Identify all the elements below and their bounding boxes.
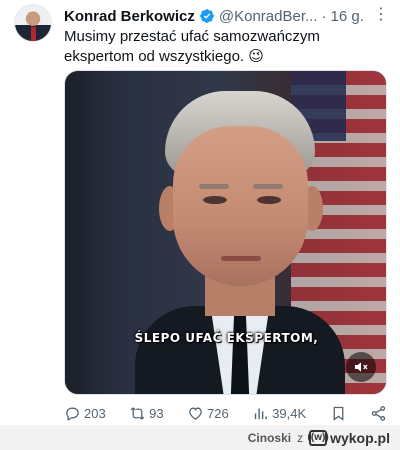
- tweet-text: Musimy przestać ufać samozwańczym eksper…: [64, 28, 320, 65]
- uploader-name[interactable]: Cinoski: [248, 431, 291, 445]
- tweet-actions: 203 93 726 39,4K: [64, 404, 387, 422]
- bookmark-button[interactable]: [330, 405, 347, 422]
- retweet-icon: [130, 406, 145, 420]
- separator-dot: ·: [321, 7, 327, 25]
- video-player[interactable]: ŚLEPO UFAĆ EKSPERTOM,: [64, 70, 387, 395]
- like-count: 726: [207, 405, 229, 421]
- bookmark-icon: [333, 406, 343, 421]
- footer-connector: z: [297, 430, 304, 445]
- views-chart-icon: [254, 408, 268, 419]
- reply-button[interactable]: 203: [64, 405, 106, 422]
- heart-icon: [189, 407, 202, 420]
- tweet-card: Konrad Berkowicz @KonradBer... · 16 g. ⋮…: [0, 0, 400, 425]
- reply-count: 203: [84, 405, 106, 421]
- avatar[interactable]: [14, 4, 52, 42]
- brow-right: [253, 184, 283, 189]
- views-count: 39,4K: [272, 405, 307, 421]
- retweet-count: 93: [149, 405, 164, 421]
- retweet-button[interactable]: 93: [129, 405, 164, 422]
- speaker-muted-icon: [355, 362, 368, 372]
- author-name[interactable]: Konrad Berkowicz: [64, 8, 195, 25]
- mouth: [221, 256, 261, 261]
- share-button[interactable]: [370, 405, 387, 422]
- wykop-logo[interactable]: ((w)) wykop.pl: [308, 429, 390, 446]
- mute-button[interactable]: [346, 352, 376, 382]
- face: [173, 126, 308, 286]
- brow-left: [199, 184, 229, 189]
- wykop-site-name: wykop.pl: [330, 429, 390, 446]
- like-button[interactable]: 726: [187, 405, 229, 422]
- video-person: [135, 91, 345, 394]
- eye-right: [257, 196, 281, 204]
- wykop-logo-icon: ((w)): [308, 429, 329, 446]
- more-dots-icon[interactable]: ⋮: [373, 4, 390, 24]
- eye-left: [203, 196, 227, 204]
- reply-icon: [66, 407, 79, 421]
- tweet-header: Konrad Berkowicz @KonradBer... · 16 g.: [64, 6, 390, 26]
- author-handle[interactable]: @KonradBer...: [219, 8, 318, 25]
- video-subtitle: ŚLEPO UFAĆ EKSPERTOM,: [134, 331, 319, 345]
- tweet-time[interactable]: 16 g.: [331, 8, 364, 25]
- share-icon: [371, 405, 386, 421]
- verified-badge-icon: [200, 9, 214, 23]
- wykop-footer: Cinoski z ((w)) wykop.pl: [0, 425, 400, 450]
- views-button[interactable]: 39,4K: [252, 405, 306, 422]
